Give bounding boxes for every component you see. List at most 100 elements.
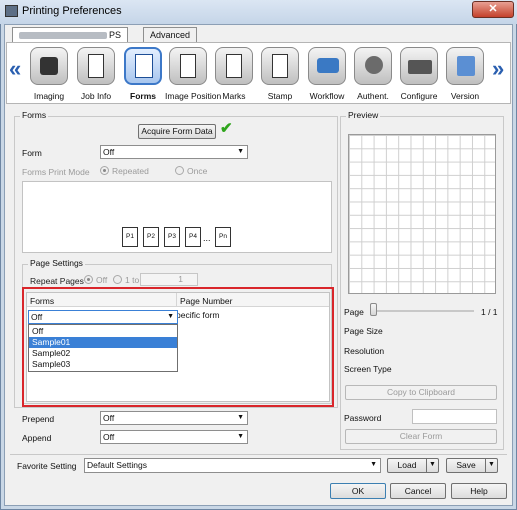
dropdown-option-off[interactable]: Off: [29, 326, 177, 337]
configure-icon: [400, 47, 438, 85]
load-button-label: Load: [397, 460, 417, 470]
page-count: 1 / 1: [481, 307, 498, 317]
image-position-icon: [169, 47, 207, 85]
chevron-down-icon[interactable]: ▼: [426, 459, 438, 472]
acquire-form-data-button[interactable]: Acquire Form Data: [138, 124, 216, 139]
page-icon-p3: P3: [164, 227, 180, 247]
repeat-pages-spinner[interactable]: 1: [140, 273, 198, 286]
help-button[interactable]: Help: [451, 483, 507, 499]
radio-repeat-off[interactable]: Off: [84, 275, 107, 285]
toolbar-authent[interactable]: Authent.: [350, 44, 396, 102]
toolbar-stamp[interactable]: Stamp: [257, 44, 303, 102]
screen-type-label: Screen Type: [344, 364, 392, 374]
cancel-button[interactable]: Cancel: [390, 483, 446, 499]
page-slider-thumb[interactable]: [370, 303, 377, 316]
page-slider-track: [374, 310, 474, 312]
toolbar-marks[interactable]: Marks: [211, 44, 257, 102]
chevron-down-icon: ▼: [237, 433, 244, 440]
forms-group-title: Forms: [20, 110, 49, 120]
chevron-down-icon: ▼: [237, 148, 244, 155]
load-button[interactable]: Load ▼: [387, 458, 439, 473]
toolbar-workflow[interactable]: Workflow: [304, 44, 350, 102]
forms-dropdown-list: Off Sample01 Sample02 Sample03: [28, 324, 178, 372]
scroll-left-arrow[interactable]: «: [9, 56, 21, 82]
tab-advanced[interactable]: Advanced: [143, 27, 198, 43]
favorite-setting-label: Favorite Setting: [17, 461, 77, 471]
toolbar-configure[interactable]: Configure: [396, 44, 442, 102]
close-button[interactable]: ✕: [472, 1, 514, 18]
page-icon-p4: P4: [185, 227, 201, 247]
radio-once-dot: [175, 166, 184, 175]
repeat-pages-label: Repeat Pages: [30, 276, 84, 286]
radio-once-label: Once: [187, 166, 208, 176]
ok-button[interactable]: OK: [330, 483, 386, 499]
radio-repeat-off-dot: [84, 275, 93, 284]
append-label: Append: [22, 433, 52, 443]
form-select-value: Off: [103, 147, 115, 157]
clear-form-button[interactable]: Clear Form: [345, 429, 497, 444]
page-ellipsis: ...: [203, 233, 211, 243]
copy-to-clipboard-button[interactable]: Copy to Clipboard: [345, 385, 497, 400]
spinner-value: 1: [178, 274, 183, 284]
redacted-printer-name: [19, 32, 107, 40]
password-input[interactable]: [412, 409, 497, 424]
append-select-value: Off: [103, 432, 115, 442]
printer-icon: [5, 5, 18, 17]
job-info-icon: [77, 47, 115, 85]
footer-divider: [10, 454, 507, 455]
radio-once[interactable]: Once: [175, 166, 207, 176]
page-icon-p2: P2: [143, 227, 159, 247]
toolbar-job-info[interactable]: Job Info: [73, 44, 119, 102]
table-header: [27, 293, 329, 307]
page-icon-p1: P1: [122, 227, 138, 247]
authentication-icon: [354, 47, 392, 85]
column-divider: [176, 293, 177, 307]
save-button-label: Save: [456, 460, 476, 470]
forms-print-mode-label: Forms Print Mode: [22, 167, 90, 177]
tab-driver[interactable]: PS: [12, 27, 129, 43]
page-number-cell: pecific form: [176, 310, 220, 320]
scroll-right-arrow[interactable]: »: [492, 56, 504, 82]
favorite-setting-value: Default Settings: [87, 460, 148, 470]
preview-title: Preview: [346, 110, 381, 120]
password-label: Password: [344, 413, 382, 423]
form-select[interactable]: Off ▼: [100, 145, 248, 159]
radio-repeat-range-dot: [113, 275, 122, 284]
toolbar-forms[interactable]: Forms: [120, 44, 166, 102]
page-icon-pn: Pn: [215, 227, 231, 247]
toolbar-image-position[interactable]: Image Position: [165, 44, 221, 102]
radio-repeated[interactable]: Repeated: [100, 166, 149, 176]
radio-repeat-off-label: Off: [96, 275, 108, 285]
page-size-label: Page Size: [344, 326, 383, 336]
page-settings-title: Page Settings: [28, 258, 85, 268]
save-button[interactable]: Save ▼: [446, 458, 498, 473]
row-forms-select-value: Off: [31, 312, 43, 322]
append-select[interactable]: Off ▼: [100, 430, 248, 444]
forms-icon: [124, 47, 162, 85]
column-page-number[interactable]: Page Number: [180, 296, 232, 306]
form-label: Form: [22, 148, 42, 158]
stamp-icon: [261, 47, 299, 85]
chevron-down-icon: ▼: [237, 414, 244, 421]
chevron-down-icon: ▼: [370, 461, 377, 468]
radio-repeated-label: Repeated: [112, 166, 149, 176]
prepend-label: Prepend: [22, 414, 55, 424]
chevron-down-icon[interactable]: ▼: [485, 459, 497, 472]
row-forms-select[interactable]: Off ▼: [28, 310, 178, 324]
prepend-select-value: Off: [103, 413, 115, 423]
prepend-select[interactable]: Off ▼: [100, 411, 248, 425]
window-title: Printing Preferences: [22, 5, 122, 17]
toolbar-imaging[interactable]: Imaging: [26, 44, 72, 102]
column-forms[interactable]: Forms: [30, 296, 54, 306]
radio-repeat-range-label: 1 to: [125, 275, 140, 285]
checkmark-icon: ✔: [220, 120, 233, 137]
marks-icon: [215, 47, 253, 85]
imaging-icon: [30, 47, 68, 85]
favorite-setting-select[interactable]: Default Settings ▼: [84, 458, 381, 473]
dropdown-option-sample03[interactable]: Sample03: [29, 359, 177, 370]
dropdown-option-sample01[interactable]: Sample01: [29, 337, 177, 348]
toolbar-version[interactable]: Version: [442, 44, 488, 102]
radio-repeat-range[interactable]: 1 to: [113, 275, 139, 285]
dropdown-option-sample02[interactable]: Sample02: [29, 348, 177, 359]
tab-driver-label: PS: [109, 30, 122, 40]
